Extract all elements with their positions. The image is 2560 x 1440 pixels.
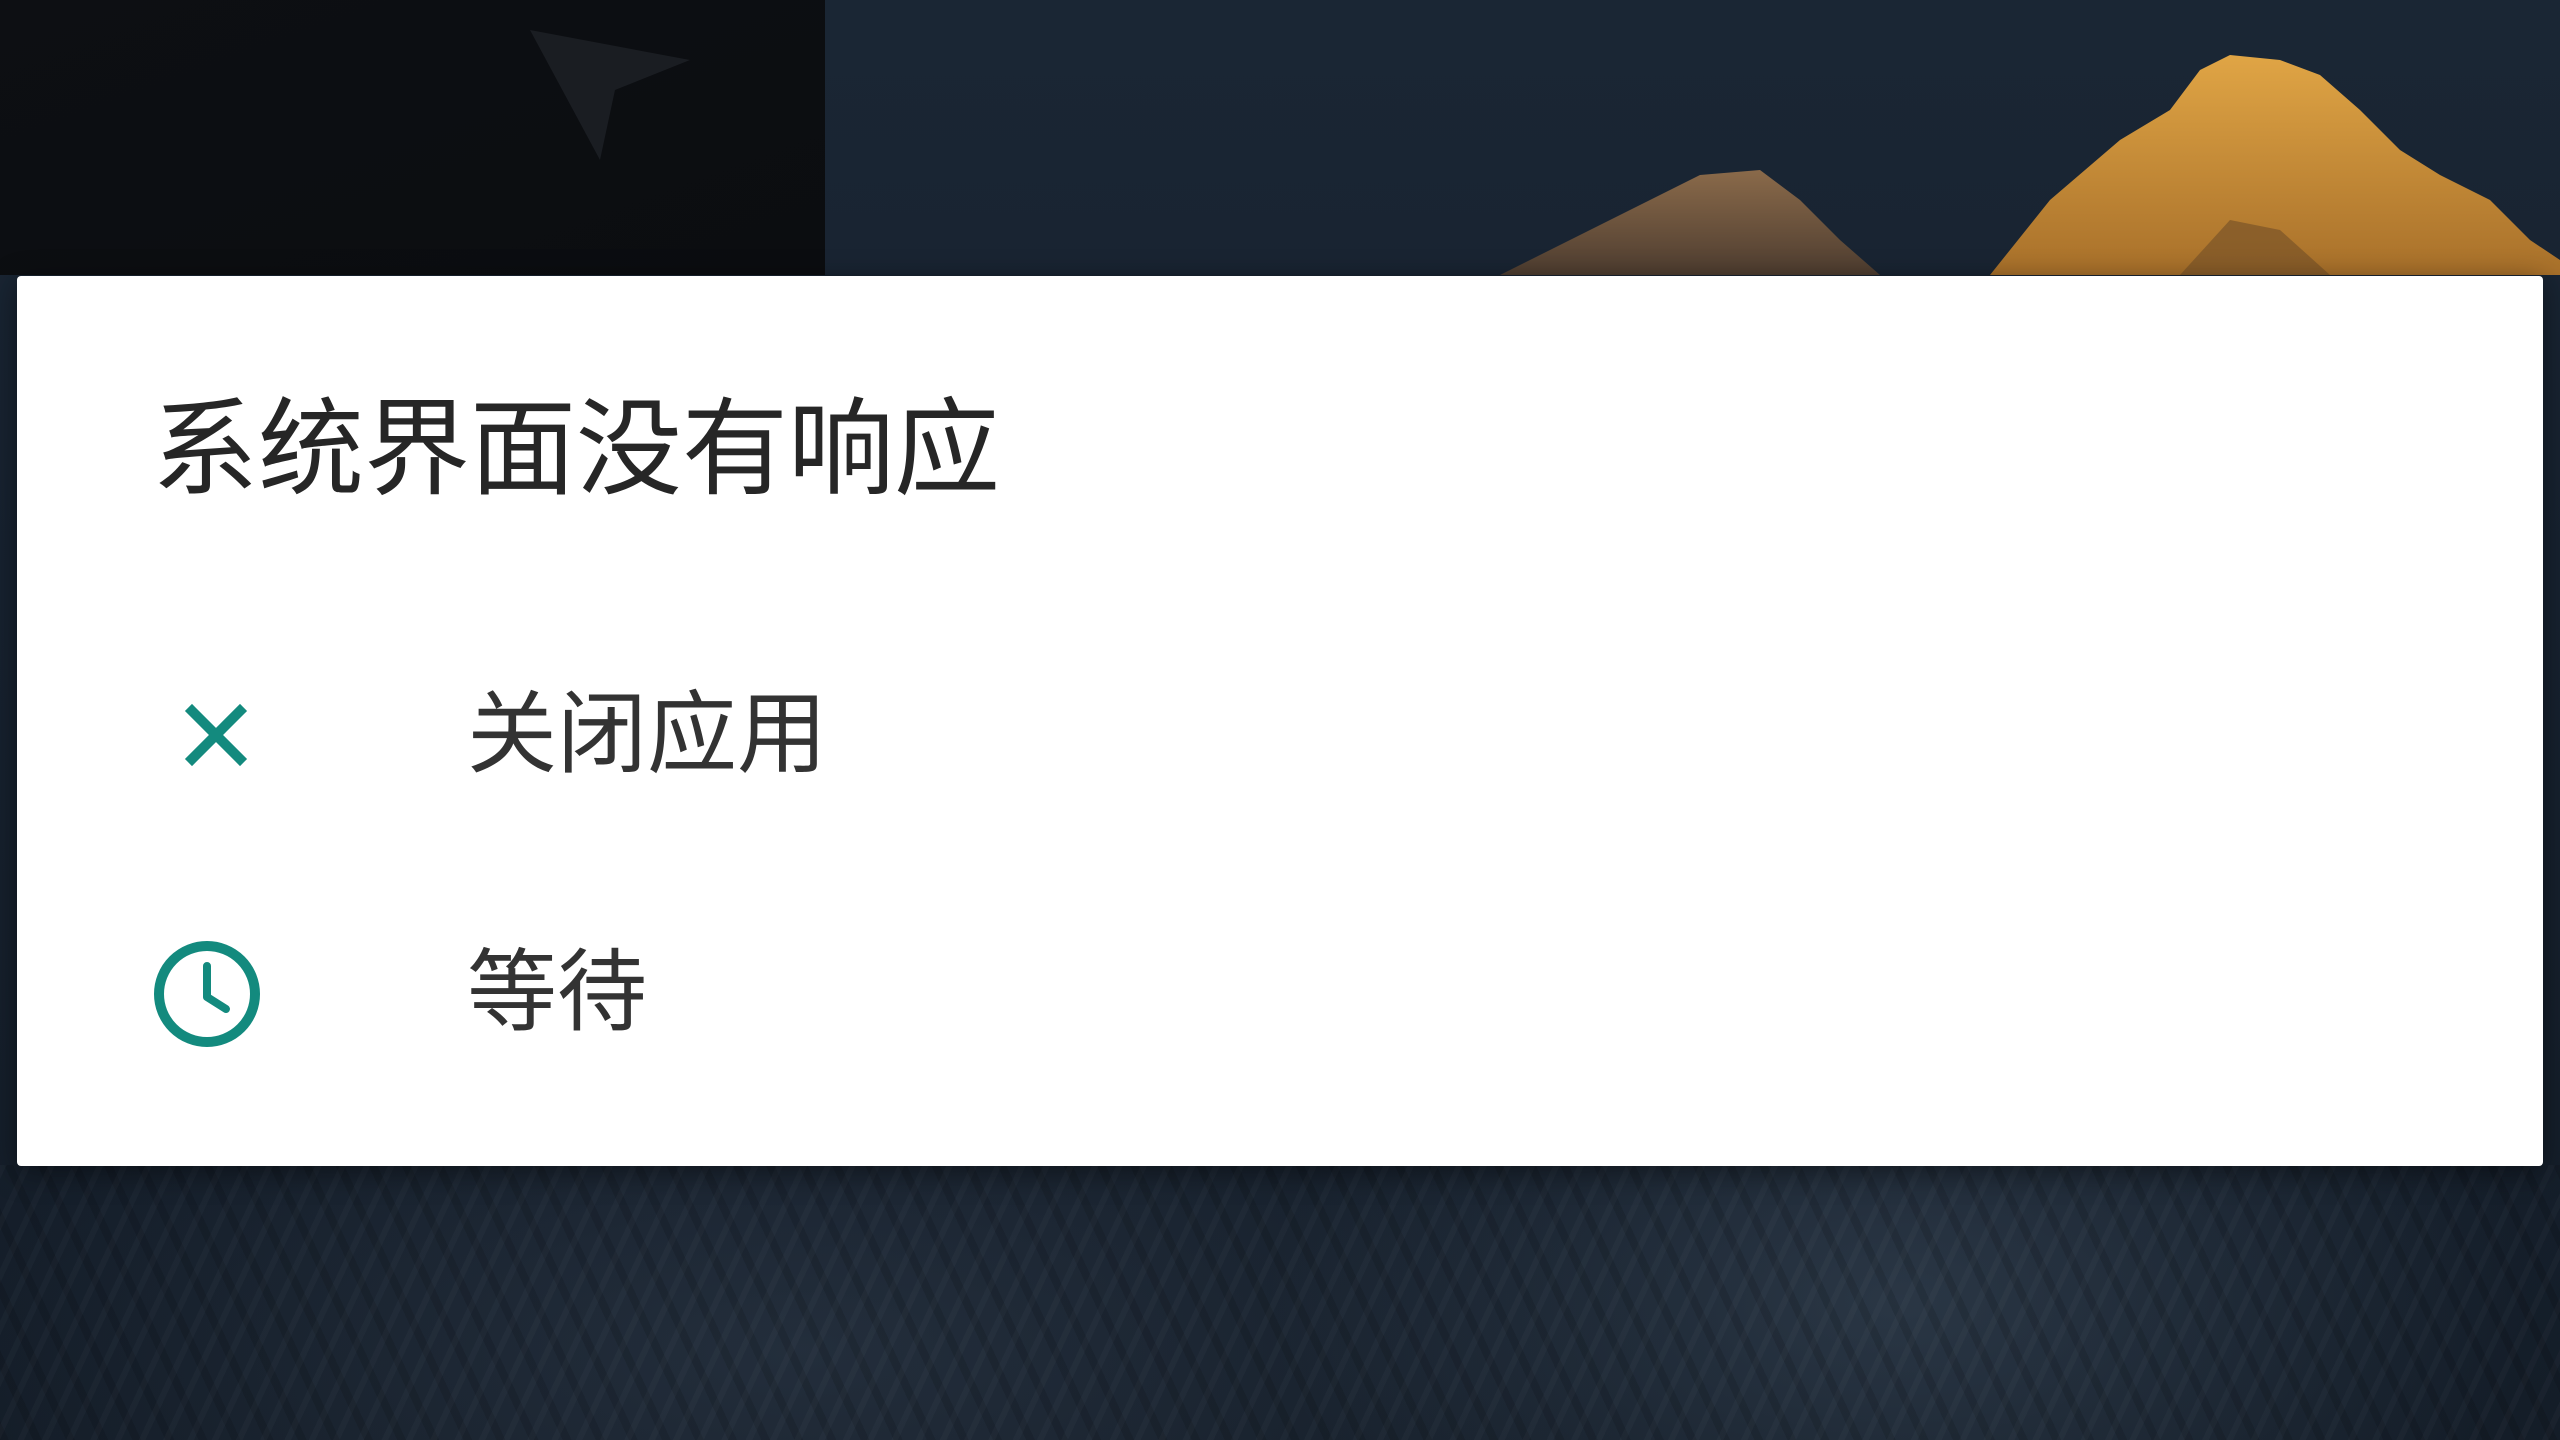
wallpaper-mountains [1500,55,2560,275]
wallpaper-rocks [0,1165,2560,1440]
dialog-title: 系统界面没有响应 [152,388,1000,511]
anr-dialog: 系统界面没有响应 关闭应用 等待 [17,276,2543,1166]
close-app-label: 关闭应用 [467,682,827,787]
close-app-option[interactable]: 关闭应用 [17,636,2543,836]
wait-label: 等待 [467,940,647,1045]
close-icon [184,703,248,767]
clock-icon [154,941,260,1047]
wait-option[interactable]: 等待 [17,894,2543,1094]
screen: 系统界面没有响应 关闭应用 等待 [0,0,2560,1440]
